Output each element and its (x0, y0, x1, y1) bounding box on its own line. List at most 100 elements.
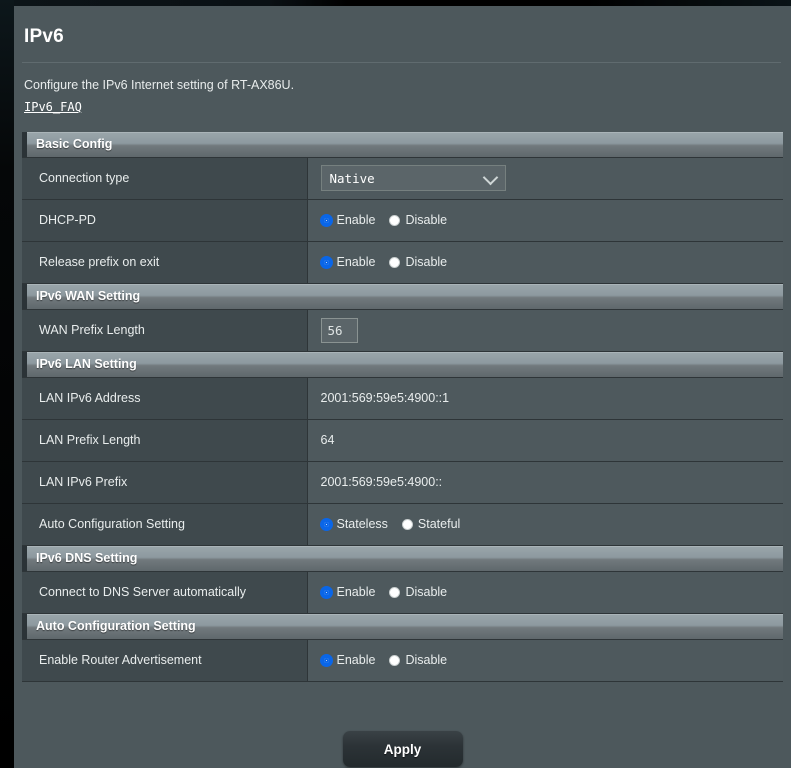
setting-value-cell: Enable Disable (307, 240, 783, 284)
radio-option[interactable]: Enable (320, 213, 376, 228)
setting-value-cell: 2001:569:59e5:4900::1 (307, 376, 783, 420)
radio-option-label: Enable (336, 653, 376, 668)
setting-value-cell: Stateless Stateful (307, 502, 783, 546)
radio-option[interactable]: Disable (389, 255, 447, 269)
radio-option[interactable]: Disable (389, 653, 447, 667)
settings-table: Basic Config Connection type Native DHCP-PD… (22, 131, 783, 682)
radio-option[interactable]: Enable (320, 585, 376, 600)
setting-label: Release prefix on exit (22, 240, 308, 284)
section-header-cell: IPv6 WAN Setting (22, 283, 783, 309)
radio-option[interactable]: Stateless (320, 517, 388, 532)
section-header-cell: IPv6 LAN Setting (22, 351, 783, 377)
section-header-cell: IPv6 DNS Setting (22, 545, 783, 571)
radio-option[interactable]: Enable (320, 255, 376, 270)
setting-label: DHCP-PD (22, 198, 308, 242)
setting-label: LAN IPv6 Prefix (22, 460, 308, 504)
static-value: 64 (320, 433, 335, 448)
radio-option[interactable]: Disable (389, 585, 447, 599)
setting-row: LAN IPv6 Address 2001:569:59e5:4900::1 (22, 376, 783, 420)
section-header-row: Basic Config (22, 131, 783, 158)
setting-label: WAN Prefix Length (22, 308, 308, 352)
radio-group: Enable Disable (320, 255, 783, 270)
setting-value-cell: Native (307, 156, 783, 200)
radio-selected-icon (320, 654, 332, 666)
setting-label: Enable Router Advertisement (22, 638, 308, 682)
page-title: IPv6 (24, 26, 64, 47)
radio-group: Stateless Stateful (320, 517, 783, 532)
section-header-row: IPv6 WAN Setting (22, 283, 783, 309)
setting-value-cell: 64 (307, 418, 783, 462)
radio-option-label: Enable (336, 255, 376, 270)
radio-group: Enable Disable (320, 653, 783, 668)
section-header-label: Basic Config (36, 137, 113, 152)
section-header-label: IPv6 WAN Setting (36, 289, 141, 304)
page-left-margin (0, 0, 14, 768)
radio-unselected-icon (389, 214, 401, 226)
section-header-label: IPv6 DNS Setting (36, 551, 138, 566)
setting-value-cell: Enable Disable (307, 198, 783, 242)
setting-row: LAN IPv6 Prefix 2001:569:59e5:4900:: (22, 460, 783, 504)
radio-unselected-icon (389, 654, 401, 666)
setting-label: Auto Configuration Setting (22, 502, 308, 546)
section-header: IPv6 DNS Setting (22, 545, 783, 571)
setting-row: Connect to DNS Server automatically Enabl… (22, 570, 783, 614)
apply-button[interactable]: Apply (342, 731, 463, 767)
setting-label: Connect to DNS Server automatically (22, 570, 308, 614)
setting-value-cell: 2001:569:59e5:4900:: (307, 460, 783, 504)
section-header-cell: Basic Config (22, 131, 783, 158)
radio-unselected-icon (401, 518, 413, 530)
setting-row: Auto Configuration Setting Stateless State… (22, 502, 783, 546)
section-header: IPv6 LAN Setting (22, 351, 783, 377)
radio-option[interactable]: Stateful (401, 517, 461, 532)
radio-unselected-icon (389, 586, 401, 598)
radio-group: Enable Disable (320, 213, 783, 228)
static-value: 2001:569:59e5:4900:: (320, 475, 443, 490)
section-header-label: Auto Configuration Setting (36, 619, 196, 634)
radio-option[interactable]: Disable (389, 213, 447, 227)
radio-unselected-icon (389, 256, 401, 268)
setting-row: Release prefix on exit Enable Disable (22, 240, 783, 284)
setting-row: WAN Prefix Length 56 (22, 308, 783, 352)
page-description: Configure the IPv6 Internet setting of R… (24, 78, 295, 92)
radio-option-label: Disable (405, 653, 448, 668)
section-header-row: Auto Configuration Setting (22, 613, 783, 639)
section-header-row: IPv6 LAN Setting (22, 351, 783, 377)
radio-group: Enable Disable (320, 585, 783, 600)
setting-row: Connection type Native (22, 156, 783, 200)
radio-option-label: Disable (405, 585, 448, 600)
static-value: 2001:569:59e5:4900::1 (320, 391, 450, 406)
section-header-label: IPv6 LAN Setting (36, 357, 137, 372)
section-header-cell: Auto Configuration Setting (22, 613, 783, 639)
radio-option-label: Disable (405, 255, 448, 270)
radio-option-label: Disable (405, 213, 448, 228)
chevron-down-icon (482, 170, 498, 186)
setting-label: Connection type (22, 156, 308, 200)
radio-option-label: Stateless (336, 517, 388, 532)
setting-row: LAN Prefix Length 64 (22, 418, 783, 462)
radio-option[interactable]: Enable (320, 653, 376, 668)
radio-option-label: Stateful (417, 517, 461, 532)
setting-row: DHCP-PD Enable Disable (22, 198, 783, 242)
radio-selected-icon (320, 518, 332, 530)
section-header-row: IPv6 DNS Setting (22, 545, 783, 571)
setting-row: Enable Router Advertisement Enable Disable (22, 638, 783, 682)
ipv6-settings-panel: IPv6 Configure the IPv6 Internet setting… (14, 6, 791, 768)
select-value: Native (329, 170, 375, 186)
ipv6-faq-link[interactable]: IPv6_FAQ (24, 100, 82, 114)
wan-prefix-length-input[interactable]: 56 (320, 317, 358, 343)
radio-selected-icon (320, 586, 332, 598)
section-header: IPv6 WAN Setting (22, 283, 783, 309)
connection-type-select[interactable]: Native (320, 165, 506, 192)
setting-label: LAN IPv6 Address (22, 376, 308, 420)
radio-option-label: Enable (336, 213, 376, 228)
screenshot-root: IPv6 Configure the IPv6 Internet setting… (0, 0, 791, 768)
section-header: Basic Config (22, 131, 783, 157)
radio-option-label: Enable (336, 585, 376, 600)
section-header: Auto Configuration Setting (22, 613, 783, 639)
footer-actions: Apply (14, 731, 791, 767)
radio-selected-icon (320, 256, 332, 268)
radio-selected-icon (320, 214, 332, 226)
setting-value-cell: Enable Disable (307, 638, 783, 682)
setting-value-cell: 56 (307, 308, 783, 352)
setting-label: LAN Prefix Length (22, 418, 308, 462)
